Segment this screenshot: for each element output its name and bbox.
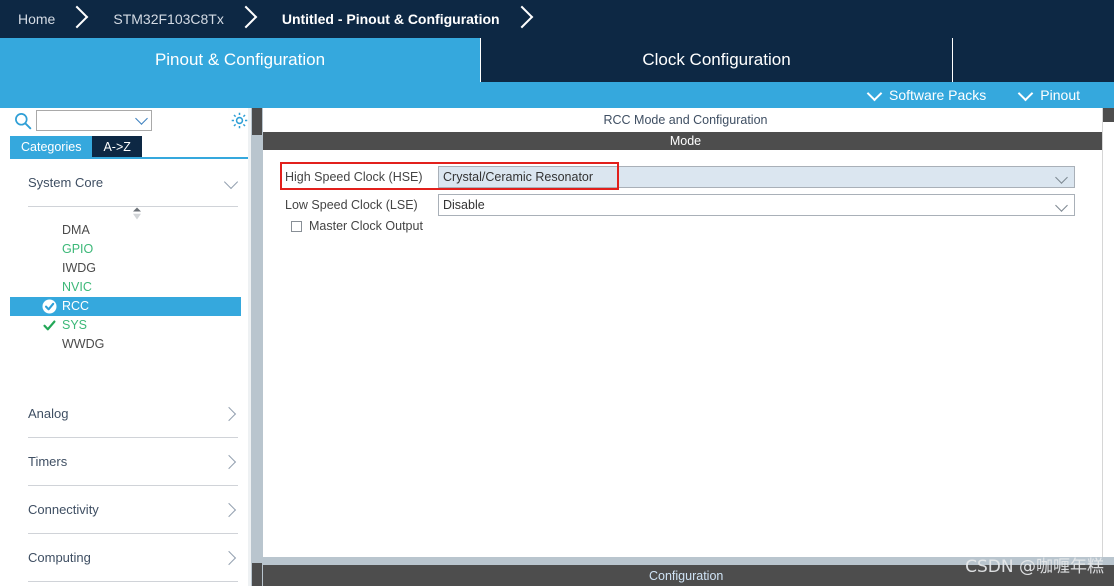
lse-select[interactable]: Disable: [438, 194, 1075, 216]
scrollbar-thumb-bottom[interactable]: [252, 563, 262, 586]
breadcrumb-chevron-icon: [510, 0, 540, 38]
sidebar-item-gpio[interactable]: GPIO: [10, 240, 248, 259]
category-tree: System Core DMA GPIO IWDG NVIC RCC SYS W…: [10, 159, 248, 586]
search-box[interactable]: [36, 110, 152, 131]
group-label: Analog: [28, 406, 69, 421]
watermark: CSDN @咖喱年糕: [965, 557, 1104, 577]
main-tab-strip: Pinout & Configuration Clock Configurati…: [0, 38, 1114, 82]
pinout-label: Pinout: [1040, 87, 1080, 103]
breadcrumb-label: Untitled - Pinout & Configuration: [281, 11, 500, 27]
sidebar-group-computing[interactable]: Computing: [28, 534, 238, 582]
master-clock-output-label: Master Clock Output: [309, 219, 423, 233]
tab-pinout-configuration[interactable]: Pinout & Configuration: [0, 38, 480, 82]
tab-categories[interactable]: Categories: [10, 136, 93, 157]
mode-section-header: Mode: [263, 132, 1108, 150]
sidebar-tabs: Categories A->Z: [10, 136, 142, 157]
master-clock-output-row[interactable]: Master Clock Output: [291, 219, 423, 233]
sidebar-group-middleware[interactable]: Middleware and Software Pac...: [28, 582, 238, 586]
sidebar-item-rcc[interactable]: RCC: [10, 297, 241, 316]
lse-value: Disable: [443, 198, 485, 212]
sidebar-group-system-core[interactable]: System Core: [28, 159, 239, 207]
tab-a-to-z[interactable]: A->Z: [92, 136, 142, 157]
chevron-down-icon: [866, 85, 883, 101]
rcc-configuration-panel: RCC Mode and Configuration Mode High Spe…: [263, 108, 1114, 586]
sidebar-group-analog[interactable]: Analog: [28, 390, 238, 438]
up-down-arrows-icon: [133, 207, 141, 220]
chevron-down-icon[interactable]: [1055, 199, 1068, 212]
sidebar-group-timers[interactable]: Timers: [28, 438, 238, 486]
gear-icon[interactable]: [230, 111, 249, 130]
field-row-hse: High Speed Clock (HSE) Crystal/Ceramic R…: [285, 166, 1075, 188]
pinout-menu[interactable]: Pinout: [1018, 85, 1080, 103]
scrollbar-thumb-top[interactable]: [252, 108, 262, 135]
sidebar-scrollbar[interactable]: [251, 108, 263, 586]
tree-splitter-handle[interactable]: [10, 207, 248, 221]
chevron-right-icon: [221, 550, 237, 566]
breadcrumb-item-current[interactable]: Untitled - Pinout & Configuration: [264, 0, 510, 38]
chevron-down-icon[interactable]: [135, 112, 148, 125]
sidebar-item-label: RCC: [62, 299, 90, 313]
sidebar-item-label: DMA: [62, 223, 90, 237]
chevron-right-icon: [221, 502, 237, 518]
hse-select[interactable]: Crystal/Ceramic Resonator: [438, 166, 1075, 188]
check-icon: [43, 320, 56, 331]
tab-extra[interactable]: [952, 38, 1114, 82]
software-packs-label: Software Packs: [889, 87, 987, 103]
panel-title: RCC Mode and Configuration: [603, 113, 768, 127]
sidebar-item-sys[interactable]: SYS: [10, 316, 248, 335]
group-label: Computing: [28, 550, 91, 565]
lse-label: Low Speed Clock (LSE): [285, 198, 418, 212]
check-circle-icon: [42, 299, 57, 314]
master-clock-output-checkbox[interactable]: [291, 220, 302, 232]
sidebar-item-dma[interactable]: DMA: [10, 221, 248, 240]
field-row-lse: Low Speed Clock (LSE) Disable: [285, 194, 1075, 216]
scrollbar-thumb[interactable]: [1103, 108, 1114, 122]
sidebar-item-label: WWDG: [62, 337, 105, 351]
categories-sidebar: Categories A->Z System Core DMA GPIO IWD…: [0, 108, 252, 586]
breadcrumb-label: Home: [18, 11, 56, 27]
chevron-down-icon: [223, 174, 239, 190]
breadcrumb-chevron-icon: [65, 0, 95, 38]
group-label: Timers: [28, 454, 68, 469]
tab-clock-configuration[interactable]: Clock Configuration: [480, 38, 952, 82]
chevron-down-icon: [1018, 85, 1034, 101]
sidebar-item-nvic[interactable]: NVIC: [10, 278, 248, 297]
chevron-right-icon: [221, 406, 237, 422]
group-label: Connectivity: [28, 502, 99, 517]
sidebar-item-wwdg[interactable]: WWDG: [10, 335, 248, 354]
sidebar-item-label: SYS: [62, 318, 88, 332]
software-packs-menu[interactable]: Software Packs: [866, 85, 987, 103]
breadcrumb-item-device[interactable]: STM32F103C8Tx: [95, 0, 233, 38]
breadcrumb-item-home[interactable]: Home: [0, 0, 65, 38]
hse-label: High Speed Clock (HSE): [285, 170, 423, 184]
secondary-toolbar: Software Packs Pinout: [0, 82, 1114, 108]
chevron-right-icon: [221, 454, 237, 470]
search-input[interactable]: [37, 112, 135, 129]
sidebar-item-label: NVIC: [62, 280, 92, 294]
configuration-section-label: Configuration: [649, 568, 724, 583]
search-row: [0, 108, 248, 136]
sidebar-item-label: IWDG: [62, 261, 97, 275]
search-icon[interactable]: [14, 112, 32, 130]
breadcrumb-label: STM32F103C8Tx: [113, 11, 224, 27]
sidebar-group-connectivity[interactable]: Connectivity: [28, 486, 238, 534]
main-scrollbar[interactable]: [1102, 108, 1114, 571]
chevron-down-icon[interactable]: [1055, 171, 1068, 184]
sidebar-item-label: GPIO: [62, 242, 94, 256]
breadcrumb: Home STM32F103C8Tx Untitled - Pinout & C…: [0, 0, 1114, 38]
hse-value: Crystal/Ceramic Resonator: [443, 170, 594, 184]
sidebar-item-iwdg[interactable]: IWDG: [10, 259, 248, 278]
breadcrumb-chevron-icon: [234, 0, 264, 38]
group-label: System Core: [28, 175, 104, 190]
